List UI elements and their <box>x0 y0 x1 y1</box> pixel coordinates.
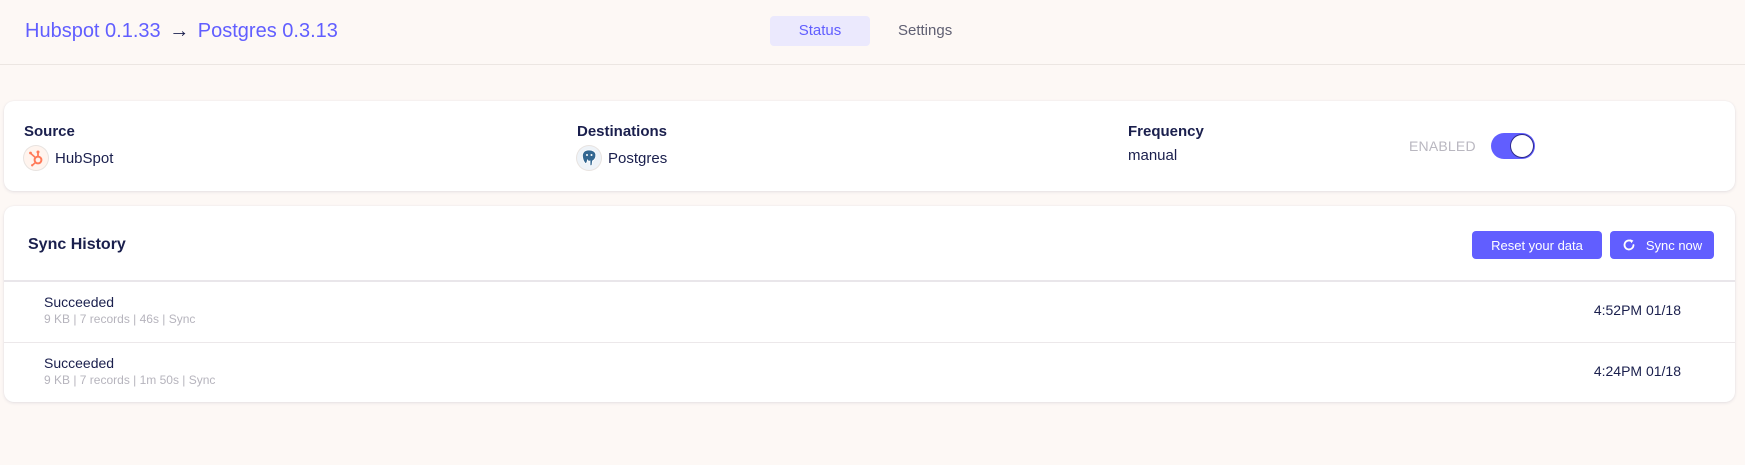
arrow-right-icon: → <box>169 20 190 42</box>
postgres-logo-icon <box>577 146 601 170</box>
sync-history-row[interactable]: Succeeded 9 KB | 7 records | 1m 50s | Sy… <box>4 343 1735 402</box>
destination-name: Postgres <box>608 149 668 167</box>
reset-data-button[interactable]: Reset your data <box>1472 231 1602 259</box>
hubspot-logo-icon <box>24 146 48 170</box>
connection-summary-card: Source HubSpot Destinations Postgres Fre… <box>4 101 1735 191</box>
tab-status[interactable]: Status <box>770 16 870 46</box>
frequency-label: Frequency <box>1128 123 1204 140</box>
source-label: Source <box>24 123 75 140</box>
source-name: HubSpot <box>55 149 114 167</box>
sync-meta: 9 KB | 7 records | 46s | Sync <box>44 312 196 326</box>
sync-status: Succeeded <box>44 355 115 371</box>
frequency-value: manual <box>1128 147 1178 164</box>
enabled-label: ENABLED <box>1409 138 1476 154</box>
destination-title: Postgres 0.3.13 <box>197 20 338 42</box>
destinations-column: Destinations Postgres <box>577 123 667 170</box>
sync-time: 4:52PM 01/18 <box>1593 302 1681 318</box>
frequency-column: Frequency manual <box>1128 123 1204 164</box>
sync-meta: 9 KB | 7 records | 1m 50s | Sync <box>44 373 216 387</box>
frequency-value-row: manual <box>1128 146 1204 164</box>
sync-history-header: Sync History Reset your data Sync now <box>4 206 1735 282</box>
sync-history-card: Sync History Reset your data Sync now Su… <box>4 206 1735 402</box>
sync-history-row[interactable]: Succeeded 9 KB | 7 records | 46s | Sync … <box>4 282 1735 343</box>
sync-time: 4:24PM 01/18 <box>1593 363 1681 379</box>
connection-title: Hubspot 0.1.33 → Postgres 0.3.13 <box>25 20 338 43</box>
source-title: Hubspot 0.1.33 <box>25 20 161 42</box>
enabled-control: ENABLED <box>1409 133 1535 159</box>
source-value[interactable]: HubSpot <box>24 146 113 170</box>
sync-now-button[interactable]: Sync now <box>1610 231 1714 259</box>
toggle-knob <box>1510 135 1533 157</box>
destination-value[interactable]: Postgres <box>577 146 667 170</box>
connection-header: Hubspot 0.1.33 → Postgres 0.3.13 Status … <box>0 0 1745 65</box>
source-column: Source HubSpot <box>24 123 113 170</box>
enabled-toggle[interactable] <box>1490 133 1535 159</box>
tab-settings[interactable]: Settings <box>870 16 980 46</box>
refresh-icon <box>1622 238 1636 252</box>
destinations-label: Destinations <box>577 123 668 140</box>
sync-history-title: Sync History <box>28 236 126 253</box>
sync-now-label: Sync now <box>1645 237 1703 253</box>
sync-status: Succeeded <box>44 294 115 310</box>
reset-data-label: Reset your data <box>1491 237 1583 253</box>
tab-bar: Status Settings <box>770 16 980 46</box>
